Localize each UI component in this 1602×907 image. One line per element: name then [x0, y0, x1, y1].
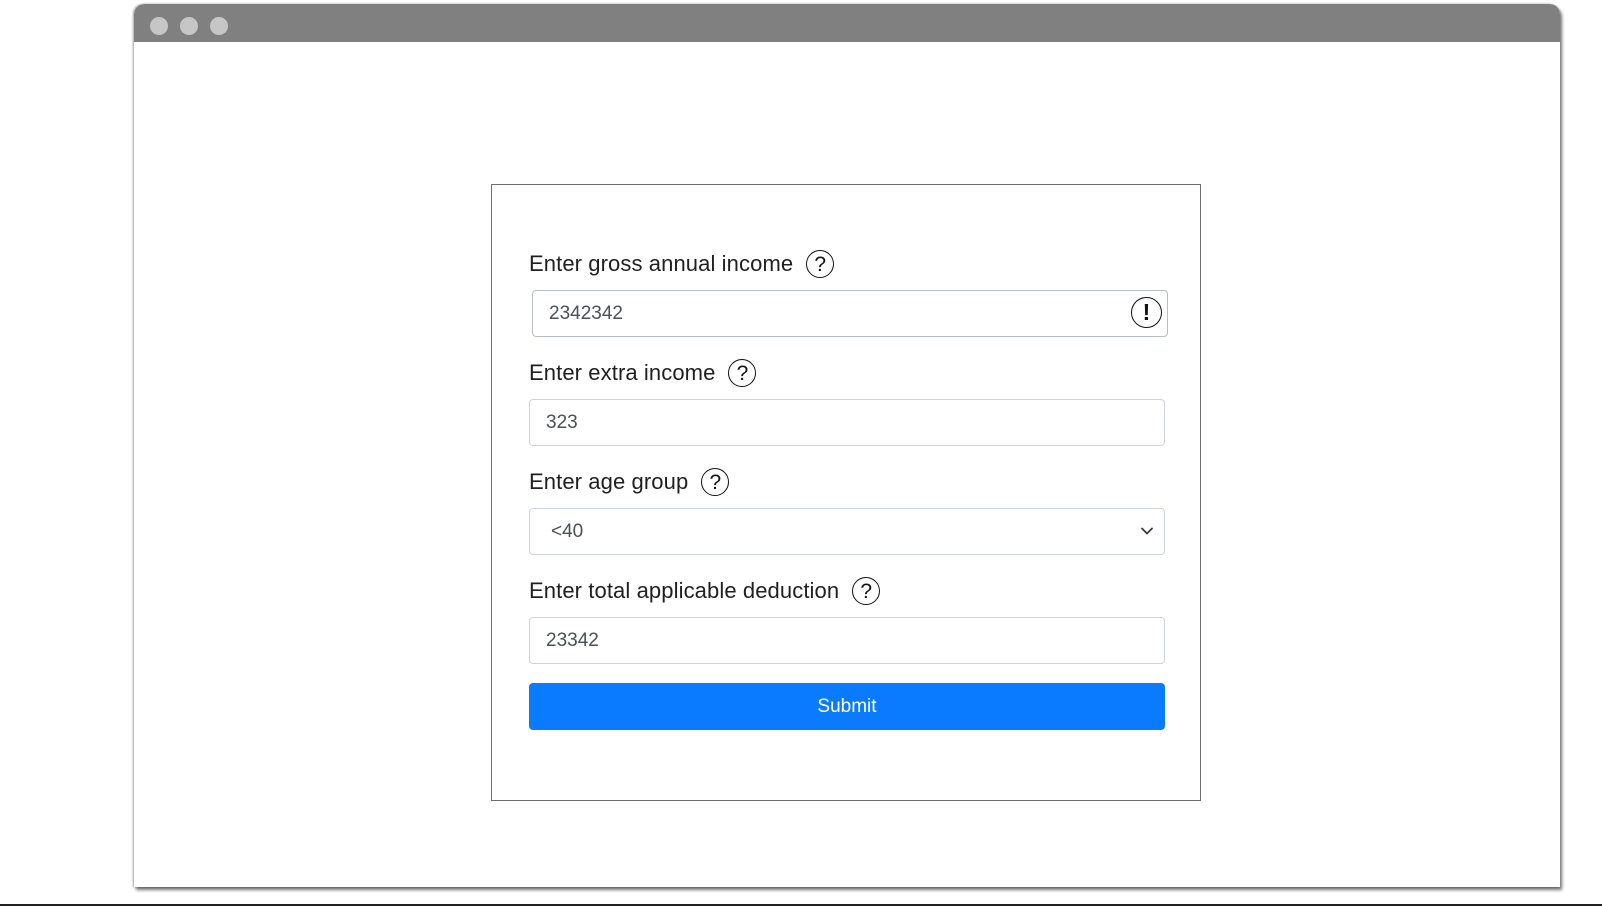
deduction-label: Enter total applicable deduction	[529, 578, 840, 603]
browser-window: Enter gross annual income ? 2342342 ! En…	[134, 4, 1560, 887]
page: Enter gross annual income ? 2342342 ! En…	[0, 0, 1602, 907]
age-group-selected-value: <40	[551, 520, 584, 542]
age-group-help-icon[interactable]: ?	[701, 468, 730, 496]
extra-income-input[interactable]: 323	[529, 399, 1165, 446]
deduction-label-row: Enter total applicable deduction ?	[529, 575, 881, 607]
gross-income-help-icon[interactable]: ?	[806, 250, 835, 278]
submit-button[interactable]: Submit	[529, 683, 1165, 730]
gross-income-value: 2342342	[549, 302, 623, 324]
extra-income-label-row: Enter extra income ?	[529, 357, 757, 389]
gross-income-label: Enter gross annual income	[529, 251, 794, 276]
deduction-value: 23342	[546, 629, 599, 651]
extra-income-label: Enter extra income	[529, 360, 716, 385]
window-minimize-dot[interactable]	[180, 17, 198, 35]
age-group-label-row: Enter age group ?	[529, 466, 730, 498]
age-group-select[interactable]: <40	[529, 508, 1165, 555]
deduction-input[interactable]: 23342	[529, 617, 1165, 664]
error-exclamation-icon[interactable]: !	[1131, 297, 1162, 328]
window-maximize-dot[interactable]	[210, 17, 228, 35]
extra-income-value: 323	[546, 411, 578, 433]
deduction-help-icon[interactable]: ?	[852, 577, 881, 605]
window-titlebar	[134, 4, 1560, 42]
window-close-dot[interactable]	[150, 17, 168, 35]
gross-income-label-row: Enter gross annual income ?	[529, 248, 835, 280]
page-bottom-divider	[0, 904, 1602, 906]
tax-form-card: Enter gross annual income ? 2342342 ! En…	[491, 184, 1201, 801]
chevron-down-icon	[1141, 527, 1153, 535]
extra-income-help-icon[interactable]: ?	[728, 359, 757, 387]
age-group-label: Enter age group	[529, 469, 689, 494]
gross-income-input[interactable]: 2342342 !	[532, 290, 1168, 337]
